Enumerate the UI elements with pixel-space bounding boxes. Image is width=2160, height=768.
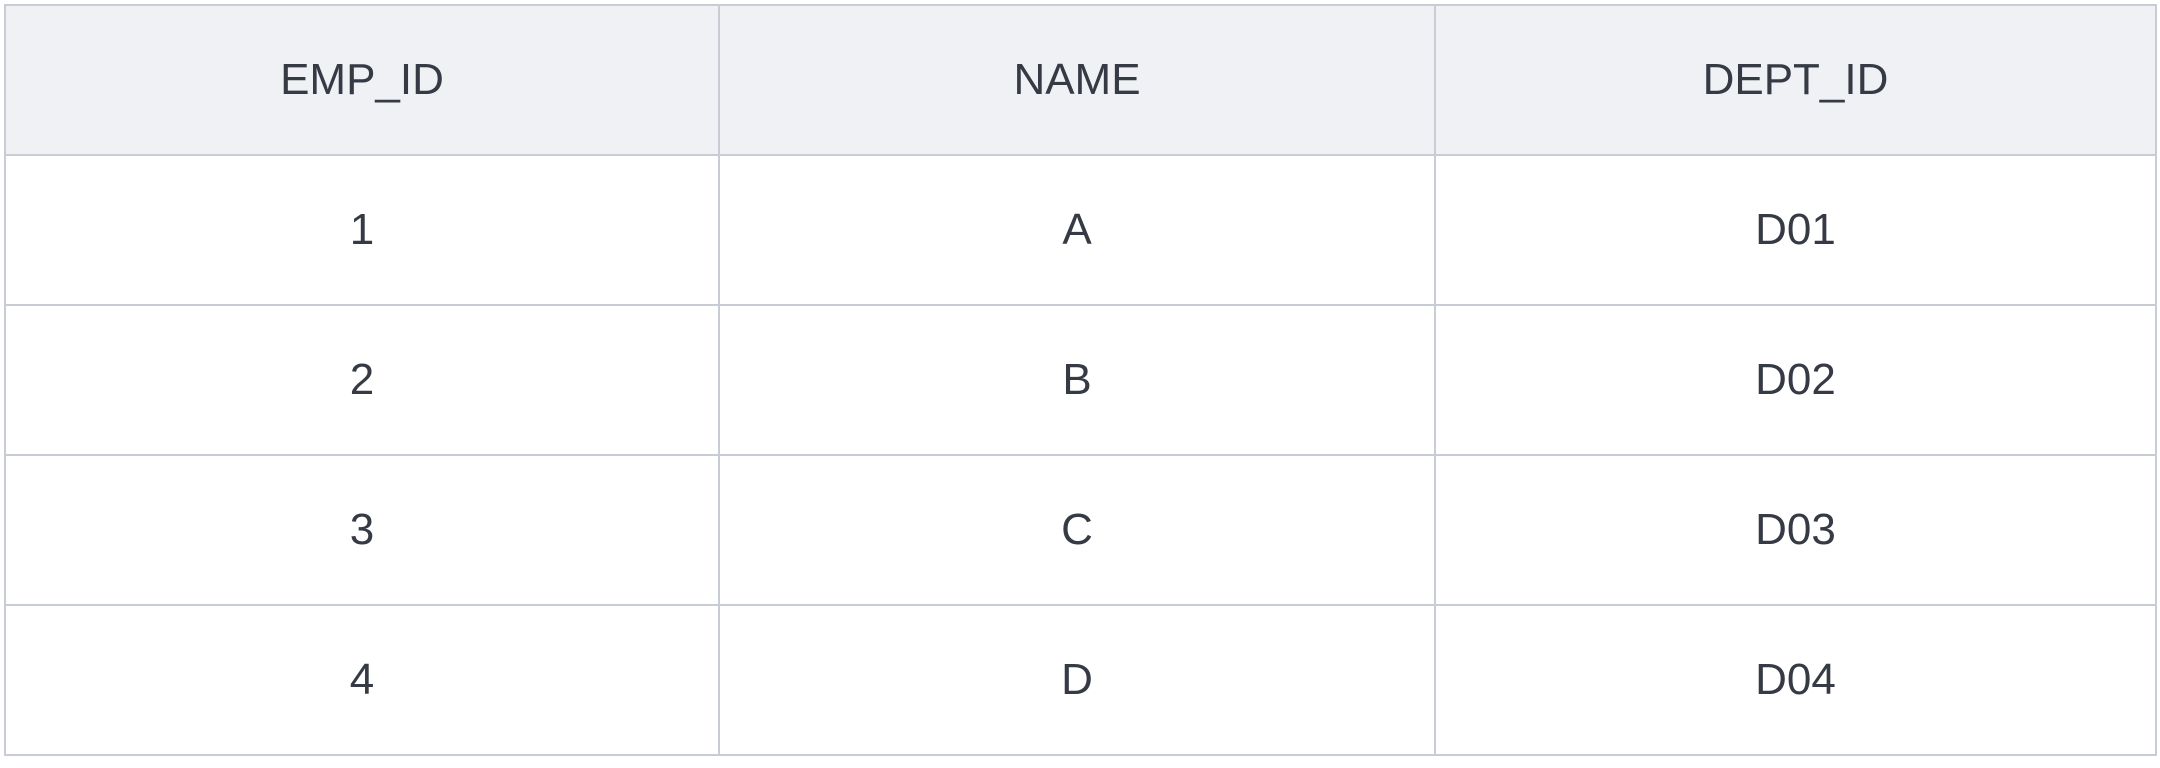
cell-emp-id: 3: [4, 454, 720, 606]
cell-emp-id: 2: [4, 304, 720, 456]
cell-name: B: [718, 304, 1436, 456]
cell-dept-id: D04: [1434, 604, 2157, 756]
column-header-emp-id: EMP_ID: [4, 4, 720, 156]
column-header-name: NAME: [718, 4, 1436, 156]
table-row: 3 C D03: [4, 454, 2157, 606]
cell-emp-id: 4: [4, 604, 720, 756]
table-row: 4 D D04: [4, 604, 2157, 756]
table-row: 2 B D02: [4, 304, 2157, 456]
header-row: EMP_ID NAME DEPT_ID: [4, 4, 2157, 156]
cell-emp-id: 1: [4, 154, 720, 306]
column-header-dept-id: DEPT_ID: [1434, 4, 2157, 156]
table-body: 1 A D01 2 B D02 3 C D03 4 D D04: [4, 154, 2157, 756]
employee-table-container: EMP_ID NAME DEPT_ID 1 A D01 2 B D02 3 C …: [4, 4, 2157, 756]
employee-table: EMP_ID NAME DEPT_ID 1 A D01 2 B D02 3 C …: [4, 4, 2157, 756]
cell-dept-id: D01: [1434, 154, 2157, 306]
table-row: 1 A D01: [4, 154, 2157, 306]
cell-dept-id: D02: [1434, 304, 2157, 456]
cell-dept-id: D03: [1434, 454, 2157, 606]
table-header: EMP_ID NAME DEPT_ID: [4, 4, 2157, 156]
cell-name: A: [718, 154, 1436, 306]
cell-name: D: [718, 604, 1436, 756]
cell-name: C: [718, 454, 1436, 606]
